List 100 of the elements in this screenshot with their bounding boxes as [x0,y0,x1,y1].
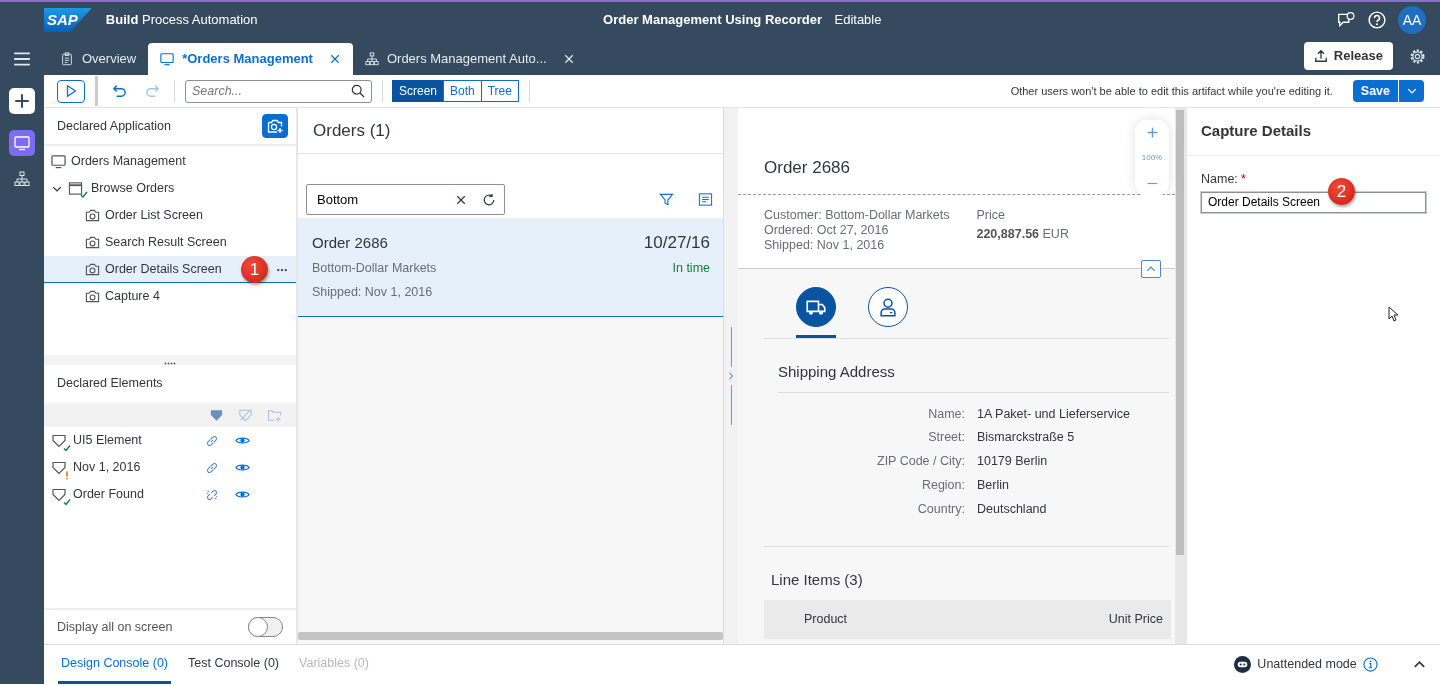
column-header: Product [804,610,848,628]
link-icon[interactable] [205,433,219,448]
close-icon[interactable] [328,53,341,65]
annotation-marker: 1 [241,256,268,283]
view-mode-button[interactable]: Tree [480,80,519,102]
field-label: Name: [1201,171,1238,188]
tree-label: Search Result Screen [105,234,227,252]
tree-item[interactable]: Capture 4 [44,283,296,310]
tree-item[interactable]: Order Details Screen 1 [44,256,296,283]
camera-icon [85,289,100,304]
page-title: Order 2686 [764,156,850,179]
mode-text: Unattended mode [1257,656,1357,674]
toggle-switch[interactable] [248,617,283,637]
tag-icon [51,459,67,476]
refresh-icon[interactable] [482,193,496,207]
hierarchy-icon [14,171,30,187]
view-mode-button[interactable]: Screen [392,80,445,102]
zoom-in-icon[interactable] [1145,126,1159,140]
field-label: Name: [928,405,965,423]
capture-button[interactable] [262,114,288,138]
tab[interactable]: Orders Management Auto... [352,43,587,75]
required-mark: * [1240,171,1246,188]
redo-icon [145,83,160,99]
search-field[interactable]: Bottom [306,184,505,215]
add-button[interactable] [9,88,35,114]
order-date: 10/27/16 [643,232,710,254]
close-icon[interactable] [562,53,575,65]
clear-icon[interactable] [455,194,467,206]
tab[interactable]: Overview [48,43,149,75]
help-icon[interactable] [1367,11,1386,29]
customer-text: Bottom-Dollar Markets [312,259,437,277]
save-button[interactable]: Save [1352,80,1398,102]
mouse-pointer-icon [1388,305,1399,322]
tree-label: Capture 4 [105,288,160,306]
element-label: Nov 1, 2016 [73,459,142,477]
camera-icon [85,208,100,223]
list-item[interactable]: Order 2686 10/27/16 Bottom-Dollar Markets In time Shipped: Nov 1, 2016 [298,218,723,317]
order-title: Order 2686 [312,233,388,253]
search-field[interactable]: Search... [185,79,372,103]
tree-item[interactable]: Order List Screen [44,202,296,229]
tree-item[interactable]: Search Result Screen [44,229,296,256]
element-label: Order Found [73,486,145,504]
element-label: UI5 Element [73,432,143,450]
sort-icon[interactable] [698,192,713,207]
camera-icon [85,235,100,250]
release-button[interactable]: Release [1303,42,1393,70]
clipboard-icon [60,52,74,66]
field-value: Berlin [977,476,1009,494]
annotation-marker: 2 [1328,177,1355,205]
section-title: Shipping Address [778,363,895,380]
scrollbar[interactable] [1175,108,1185,644]
tree-item[interactable]: Orders Management [44,148,296,175]
window-icon [68,181,83,196]
notice-text: Other users won't be able to edit this artifact while you're editing it. [1010,83,1333,99]
field-label: Country: [917,500,965,518]
tag-icon [51,486,67,503]
monitor-icon [51,154,66,169]
tree-label: Order Details Screen [105,260,222,278]
console-tab[interactable]: Design Console (0) [58,645,171,684]
tag-icon[interactable] [209,407,224,423]
icon-tab[interactable] [868,287,908,327]
list-title: Orders (1) [298,108,723,154]
play-icon [64,84,78,98]
run-button[interactable] [57,79,85,103]
icon-tab[interactable] [796,287,836,327]
zoom-level: 100% [1141,152,1163,164]
shipped-text: Shipped: Nov 1, 2016 [764,238,886,253]
rail-button[interactable] [9,130,35,156]
save-menu-button[interactable] [1398,80,1424,102]
info-icon[interactable] [1363,657,1378,672]
monitor-icon [14,135,30,151]
tab[interactable]: *Orders Management [148,43,353,75]
field-value: Deutschland [977,500,1047,518]
shipped-text: Shipped: Nov 1, 2016 [312,284,433,302]
tab-label: Orders Management Auto... [386,50,547,69]
avatar[interactable]: AA [1398,6,1426,34]
tree-label: Browse Orders [91,180,175,198]
toggle-label: Display all on screen [57,618,173,636]
link-icon[interactable] [205,460,219,475]
chat-icon[interactable] [1337,11,1355,29]
console-tab[interactable]: Test Console (0) [185,645,282,684]
search-icon[interactable] [351,83,365,98]
ordered-text: Ordered: Oct 27, 2016 [764,223,890,238]
upload-icon [1313,49,1328,63]
tag-icon [51,432,67,449]
menu-icon [13,50,31,68]
price-value: 220,887.56 [976,227,1040,241]
collapse-button[interactable] [1141,260,1161,278]
broken-link-icon[interactable] [205,487,219,502]
tree-item[interactable]: Browse Orders [44,175,296,202]
robot-icon [1234,656,1252,673]
section-title: Line Items (3) [770,570,863,591]
resize-handle-icon[interactable] [164,362,176,365]
view-mode-button[interactable]: Both [443,80,482,102]
product-name: Build Process Automation [105,11,258,30]
monitor-icon [160,52,175,66]
filter-icon[interactable] [659,192,674,207]
settings-icon[interactable] [1409,48,1426,65]
window-title: Order Management Using Recorder [603,11,822,30]
hierarchy-icon [364,52,379,66]
